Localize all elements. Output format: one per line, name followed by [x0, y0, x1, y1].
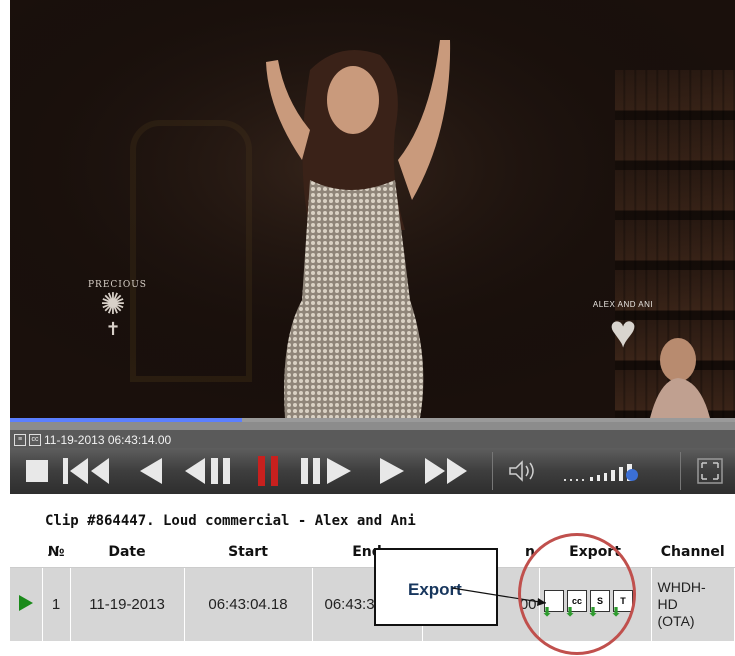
rewind-fast-button[interactable]	[60, 454, 116, 488]
row-date: 11-19-2013	[70, 567, 185, 641]
fast-forward-icon	[425, 458, 467, 484]
pause-button[interactable]	[254, 454, 284, 488]
seek-bar[interactable]	[10, 418, 735, 430]
list-icon[interactable]: ≡	[14, 433, 26, 446]
control-divider	[680, 452, 681, 490]
stop-button[interactable]	[20, 454, 54, 488]
frame-back-button[interactable]	[180, 454, 238, 488]
channel-line: WHDH-	[657, 579, 706, 595]
seek-track	[10, 422, 735, 430]
col-start[interactable]: Start	[184, 537, 312, 568]
watermark-precious: PRECIOUS ✺ ✝	[88, 280, 147, 339]
volume-icon	[509, 460, 534, 482]
stop-icon	[26, 460, 48, 482]
frame-back-icon	[185, 458, 230, 484]
clip-title: Clip #864447. Loud commercial - Alex and…	[45, 513, 416, 529]
row-play-cell[interactable]	[10, 567, 43, 641]
col-number[interactable]: №	[42, 537, 70, 568]
volume-slider[interactable]	[560, 454, 660, 488]
frame-forward-button[interactable]	[298, 454, 358, 488]
pause-icon	[258, 456, 278, 486]
timestamp-bar: ≡ cc 11-19-2013 06:43:14.00	[10, 430, 735, 448]
control-divider	[492, 452, 493, 490]
seek-progress	[10, 418, 242, 422]
fast-forward-button[interactable]	[420, 454, 476, 488]
volume-level-icon	[564, 464, 638, 481]
rewind-fast-icon	[63, 458, 109, 484]
play-clip-icon[interactable]	[18, 594, 33, 611]
play-button[interactable]	[370, 454, 414, 488]
watermark-alex-and-ani: ALEX AND ANI ♥	[588, 300, 658, 357]
play-icon	[380, 458, 404, 484]
video-player[interactable]: PRECIOUS ✺ ✝ ALEX AND ANI ♥	[10, 0, 735, 418]
row-channel: WHDH- HD (OTA)	[651, 567, 735, 641]
col-date[interactable]: Date	[70, 537, 184, 568]
row-start: 06:43:04.18	[184, 567, 313, 641]
cc-icon[interactable]: cc	[29, 433, 41, 446]
fullscreen-icon	[697, 458, 723, 484]
sunburst-logo-icon: ✺	[100, 288, 126, 321]
flag-heart-logo-icon: ♥	[609, 305, 637, 357]
col-play	[10, 537, 42, 568]
step-back-icon	[140, 458, 162, 484]
row-number: 1	[42, 567, 71, 641]
col-channel[interactable]: Channel	[651, 537, 735, 568]
export-highlight-ellipse	[518, 533, 636, 655]
player-controls	[10, 448, 735, 494]
callout-label: Export	[408, 580, 462, 599]
timestamp-text: 11-19-2013 06:43:14.00	[44, 432, 172, 447]
channel-line: (OTA)	[657, 613, 695, 629]
step-back-button[interactable]	[130, 454, 170, 488]
export-callout: Export	[374, 548, 498, 626]
channel-line: HD	[657, 596, 678, 612]
frame-forward-icon	[301, 458, 351, 484]
cross-logo-icon: ✝	[105, 319, 121, 339]
mute-button[interactable]	[504, 454, 544, 488]
fullscreen-button[interactable]	[692, 454, 728, 488]
